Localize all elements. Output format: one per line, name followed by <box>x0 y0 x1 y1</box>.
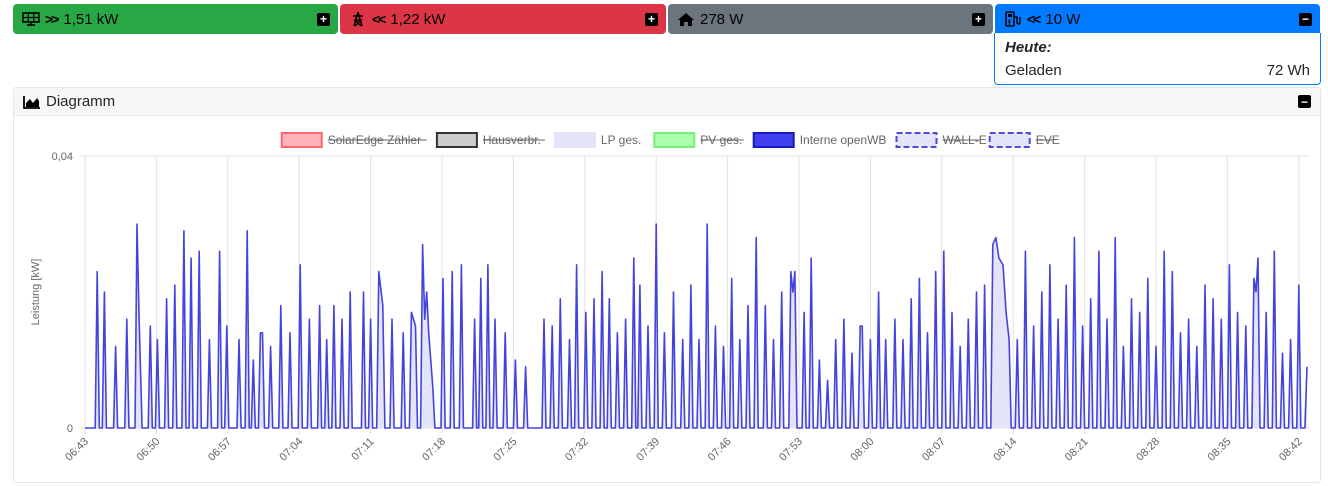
chargepoint-tile[interactable]: << 10 W − <box>995 4 1320 34</box>
x-tick-label: 07:18 <box>420 436 448 464</box>
grid-tile[interactable]: << 1,22 kW + <box>340 4 666 34</box>
legend-swatch <box>435 132 478 148</box>
x-tick-label: 06:50 <box>135 436 163 464</box>
chargepoint-details-panel: Heute: Geladen 72 Wh <box>994 33 1321 85</box>
legend-item: SolarEdge Zähler <box>280 132 427 148</box>
diagram-card: Diagramm − SolarEdge Zähler Hausverbr. LP … <box>13 87 1321 483</box>
x-tick-label: 08:21 <box>1063 436 1091 464</box>
legend-item: Hausverbr. <box>435 132 545 148</box>
pv-tile[interactable]: >> 1,51 kW + <box>13 4 338 34</box>
power-chart: SolarEdge Zähler Hausverbr. LP ges. PV ges.… <box>30 132 1309 464</box>
legend-item: PV ges. <box>653 132 744 148</box>
legend-swatch <box>988 132 1031 148</box>
home-icon <box>676 11 696 27</box>
grid-power-value: 1,22 kW <box>390 10 446 28</box>
x-tick-label: 06:43 <box>63 436 91 464</box>
series-area <box>85 224 1307 428</box>
x-tick-label: 08:35 <box>1206 436 1234 464</box>
house-tile[interactable]: 278 W + <box>668 4 993 34</box>
legend-swatch <box>752 132 795 148</box>
power-tower-icon <box>348 11 368 27</box>
collapse-toggle-button[interactable]: − <box>1299 12 1312 26</box>
x-tick-label: 07:39 <box>634 436 662 464</box>
direction-indicator: >> <box>45 11 59 27</box>
x-tick-label: 08:00 <box>849 436 877 464</box>
legend-item: LP ges. <box>553 132 641 148</box>
expand-toggle-button[interactable]: + <box>972 12 985 26</box>
legend-item: EVE <box>988 132 1060 148</box>
charged-label: Geladen <box>1005 62 1062 79</box>
direction-indicator: << <box>372 11 386 27</box>
x-tick-label: 08:07 <box>920 436 948 464</box>
expand-toggle-button[interactable]: + <box>317 12 330 26</box>
expand-toggle-button[interactable]: + <box>645 12 658 26</box>
charged-value: 72 Wh <box>1266 62 1310 79</box>
y-axis-label: Leistung [kW] <box>30 259 42 326</box>
legend-item: WALL-E <box>895 132 987 148</box>
direction-indicator: << <box>1027 11 1041 27</box>
x-tick-label: 07:53 <box>777 436 805 464</box>
y-tick-label: 0,04 <box>52 151 73 163</box>
legend-swatch <box>553 132 596 148</box>
legend-swatch <box>280 132 323 148</box>
legend-label: Interne openWB <box>800 133 887 147</box>
x-tick-label: 07:25 <box>492 436 520 464</box>
legend-swatch <box>653 132 696 148</box>
x-tick-label: 07:32 <box>563 436 591 464</box>
x-tick-label: 06:57 <box>206 436 234 464</box>
chart-legend: SolarEdge Zähler Hausverbr. LP ges. PV ges.… <box>280 132 1060 148</box>
legend-swatch <box>895 132 938 148</box>
chargepoint-power-value: 10 W <box>1045 10 1081 28</box>
x-tick-label: 08:28 <box>1134 436 1162 464</box>
x-tick-label: 08:14 <box>991 436 1019 464</box>
x-tick-label: 07:46 <box>706 436 734 464</box>
legend-label: LP ges. <box>601 133 641 147</box>
pv-power-value: 1,51 kW <box>63 10 119 28</box>
x-tick-label: 07:04 <box>277 436 305 464</box>
charged-row: Geladen 72 Wh <box>1005 59 1310 83</box>
y-tick-label: 0 <box>67 423 73 435</box>
x-tick-label: 07:11 <box>349 436 376 463</box>
chart-series <box>85 223 1308 429</box>
house-power-value: 278 W <box>700 10 744 28</box>
x-tick-label: 08:42 <box>1277 436 1305 464</box>
solar-panel-icon <box>21 11 41 27</box>
charging-station-icon <box>1003 11 1023 27</box>
legend-item: Interne openWB <box>752 132 887 148</box>
today-heading: Heute: <box>1005 39 1052 56</box>
